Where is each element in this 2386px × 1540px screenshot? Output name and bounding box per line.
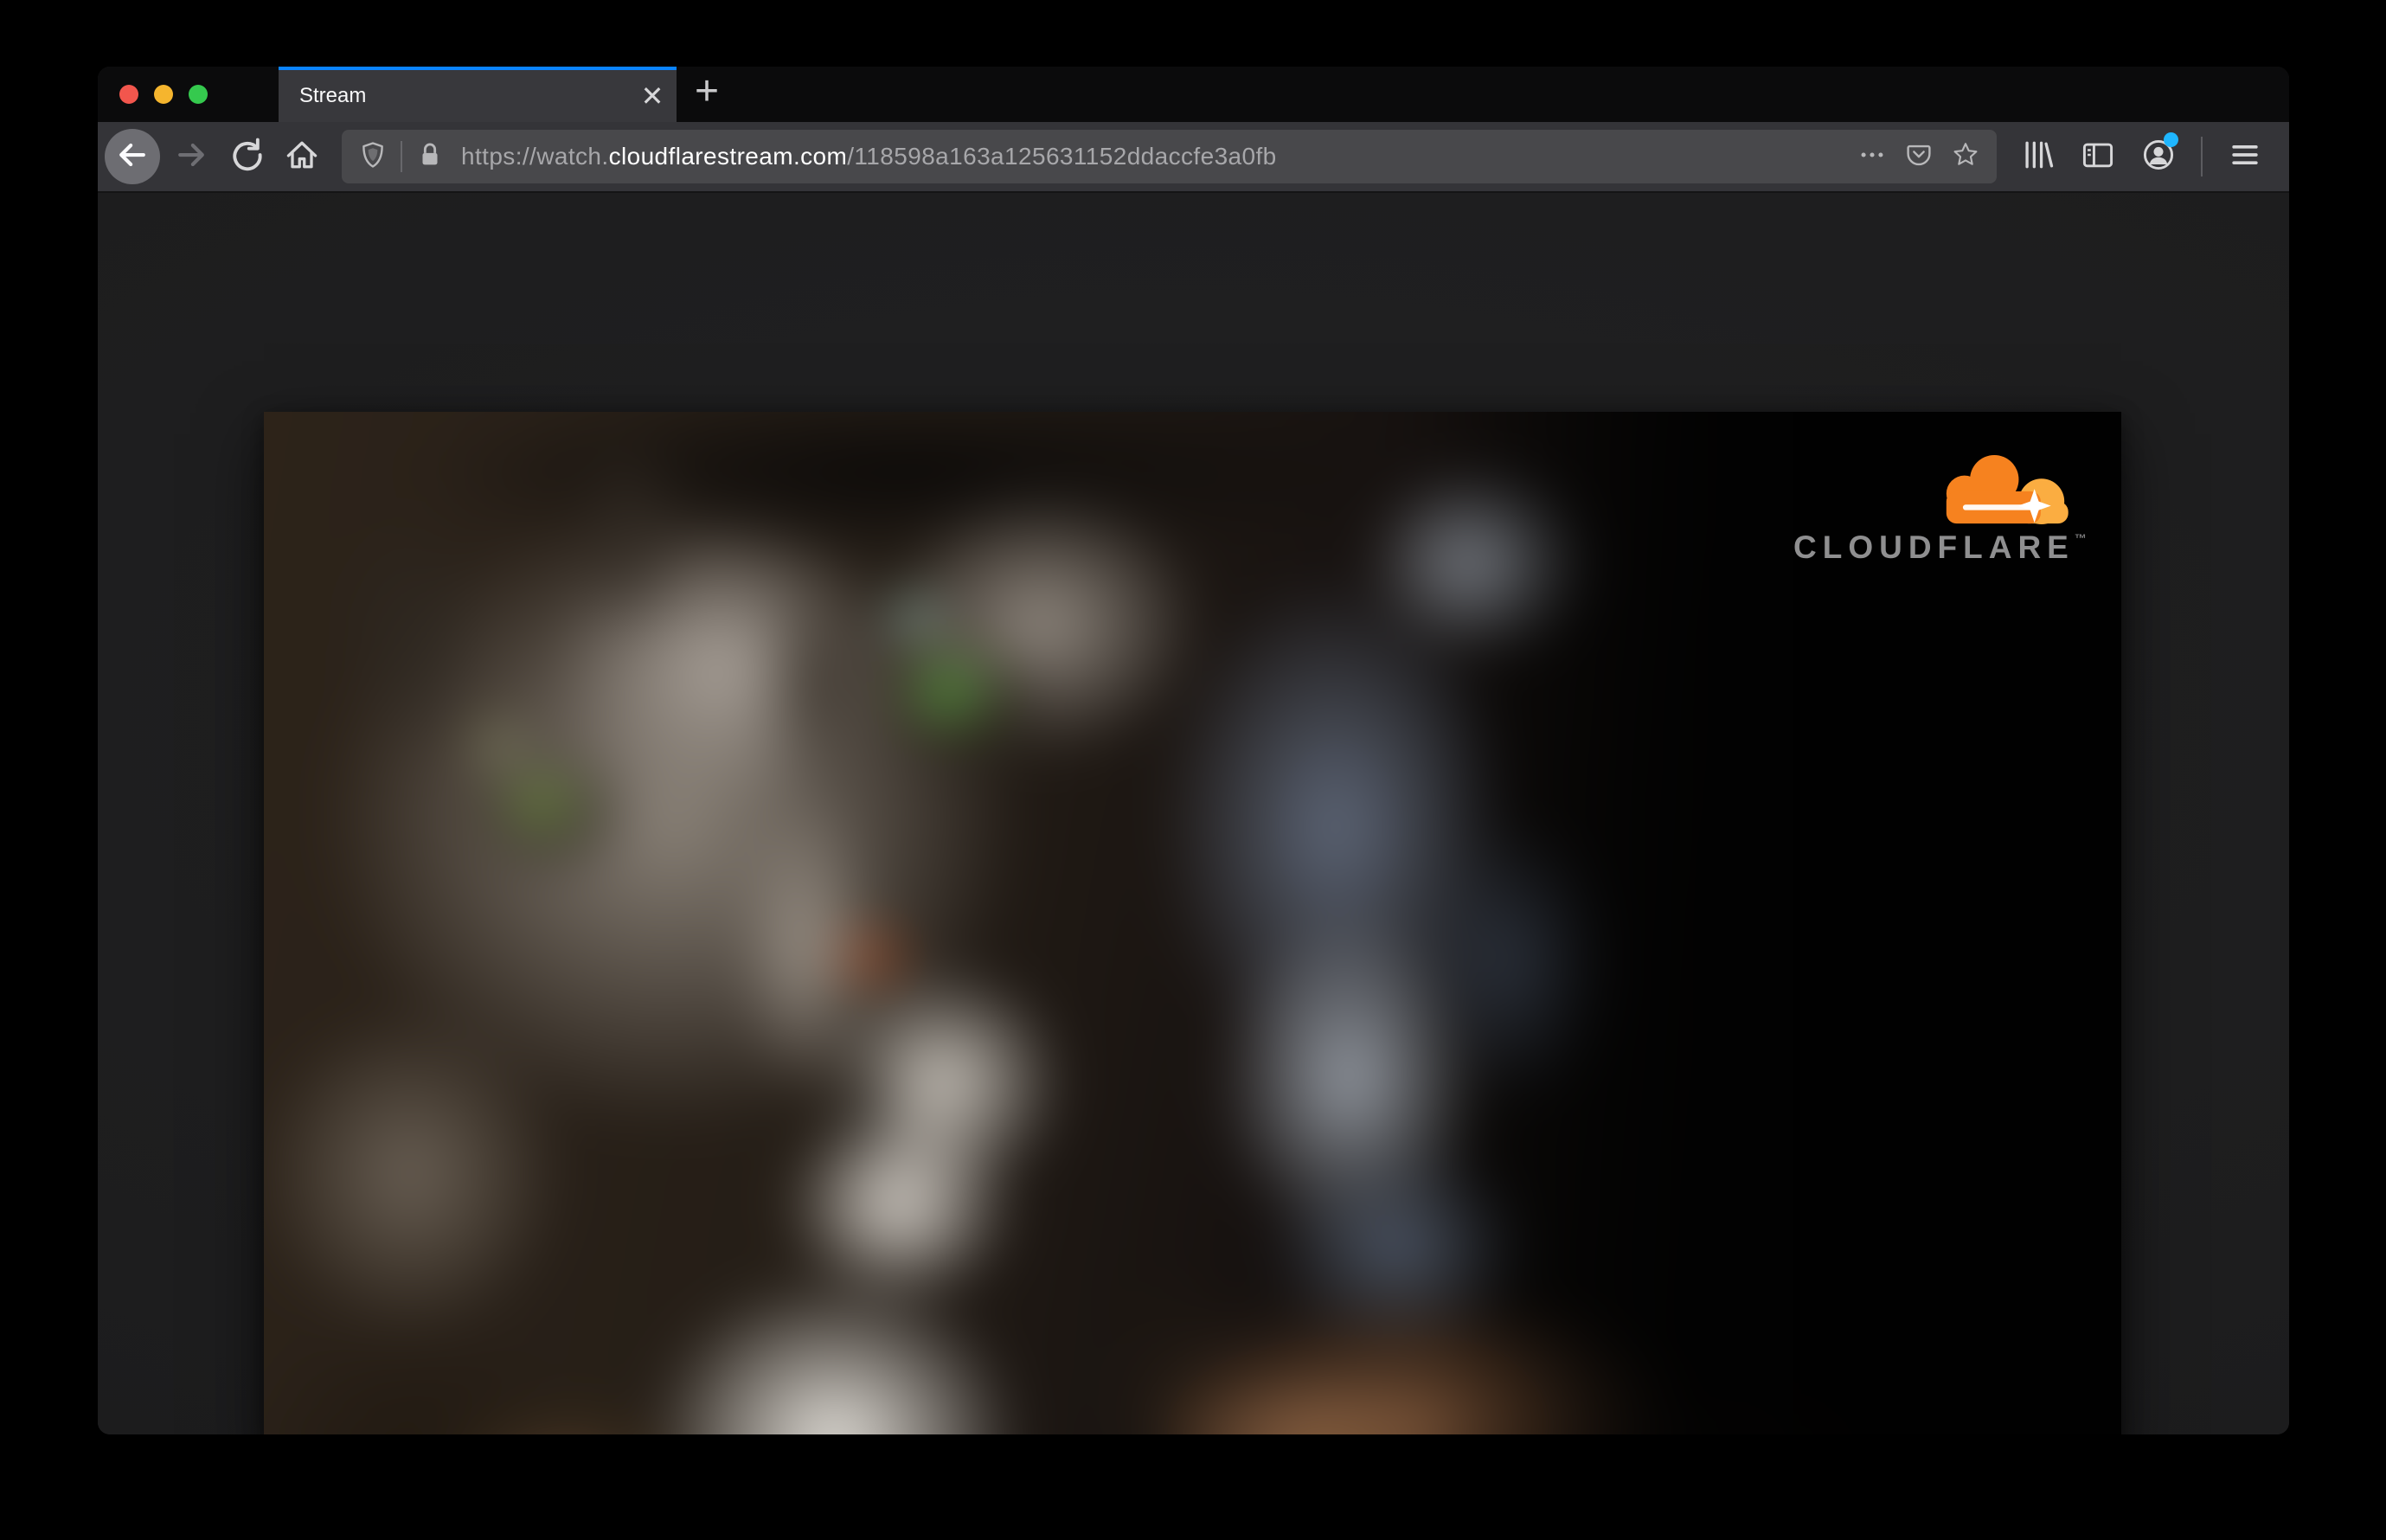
toolbar-right xyxy=(2012,129,2270,184)
page-actions-button[interactable] xyxy=(1853,138,1891,176)
library-button[interactable] xyxy=(2012,129,2062,184)
tab-title: Stream xyxy=(299,84,367,107)
back-button[interactable] xyxy=(105,129,160,184)
sidebar-button[interactable] xyxy=(2073,129,2123,184)
menu-button[interactable] xyxy=(2220,129,2270,184)
connection-secure-button[interactable] xyxy=(411,138,449,176)
page-content: CLOUDFLARE™ xyxy=(98,193,2289,1434)
reload-button[interactable] xyxy=(219,129,274,184)
video-player[interactable]: CLOUDFLARE™ xyxy=(264,412,2121,1434)
lock-icon xyxy=(415,140,445,174)
star-icon xyxy=(1951,140,1980,174)
window-controls xyxy=(119,85,208,104)
tab-close-button[interactable]: ✕ xyxy=(628,70,677,122)
pocket-icon xyxy=(1904,140,1934,174)
minimize-window-button[interactable] xyxy=(154,85,173,104)
brand-name: CLOUDFLARE xyxy=(1793,529,2075,565)
trademark-symbol: ™ xyxy=(2074,531,2087,545)
url-domain: cloudflarestream.com xyxy=(608,143,848,170)
cloudflare-cloud-icon xyxy=(1946,455,2069,524)
hamburger-icon xyxy=(2226,136,2264,178)
watermark-brand-text: CLOUDFLARE™ xyxy=(1793,529,2087,566)
url-scheme-subdomain: https://watch. xyxy=(461,143,609,170)
library-icon xyxy=(2018,136,2056,178)
back-icon xyxy=(113,136,151,178)
account-notification-badge xyxy=(2164,132,2178,147)
forward-button[interactable] xyxy=(164,129,219,184)
url-text[interactable]: https://watch.cloudflarestream.com/11859… xyxy=(461,143,1853,170)
new-tab-button[interactable]: + xyxy=(676,67,738,122)
forward-icon xyxy=(172,136,210,178)
reload-icon xyxy=(228,136,266,178)
urlbar-actions xyxy=(1853,138,1985,176)
dots-icon xyxy=(1857,140,1887,174)
account-button[interactable] xyxy=(2133,129,2184,184)
address-bar[interactable]: https://watch.cloudflarestream.com/11859… xyxy=(342,130,1997,183)
close-window-button[interactable] xyxy=(119,85,138,104)
urlbar-separator xyxy=(401,141,402,172)
toolbar-separator xyxy=(2201,137,2203,176)
screen: Stream ✕ + https://watch.cloudflarestrea… xyxy=(0,0,2386,1540)
sidebar-icon xyxy=(2079,136,2117,178)
pocket-button[interactable] xyxy=(1900,138,1938,176)
home-icon xyxy=(283,136,321,178)
tab-bar: Stream ✕ + xyxy=(98,67,2289,122)
tracking-protection-button[interactable] xyxy=(354,138,392,176)
home-button[interactable] xyxy=(274,129,330,184)
navigation-toolbar: https://watch.cloudflarestream.com/11859… xyxy=(98,122,2289,193)
shield-icon xyxy=(358,140,388,174)
zoom-window-button[interactable] xyxy=(189,85,208,104)
bookmark-star-button[interactable] xyxy=(1947,138,1985,176)
url-path: /118598a163a125631152ddaccfe3a0fb xyxy=(847,143,1277,170)
tab-stream[interactable]: Stream ✕ xyxy=(279,67,677,122)
browser-window: Stream ✕ + https://watch.cloudflarestrea… xyxy=(98,67,2289,1434)
